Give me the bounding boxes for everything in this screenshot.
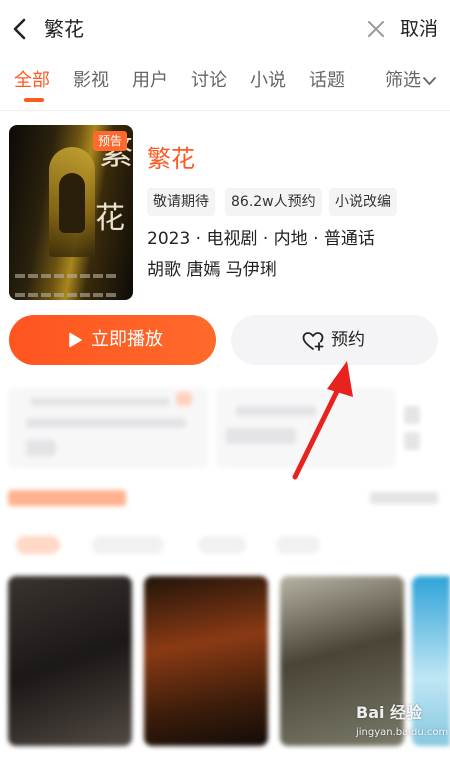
cancel-button[interactable]: 取消 (400, 14, 438, 44)
reserve-label: 预约 (331, 330, 365, 350)
heart-plus-icon (302, 332, 324, 351)
watermark-url: jingyan.baidu.com (356, 727, 449, 738)
show-info-line: 2023 · 电视剧 · 内地 · 普通话 (147, 229, 375, 249)
filter-label: 筛选 (385, 70, 421, 91)
play-icon (69, 332, 82, 348)
tab-all[interactable]: 全部 (14, 68, 50, 94)
close-icon[interactable] (366, 19, 386, 39)
watermark-logo: Bai 经验 (356, 703, 423, 722)
play-now-button[interactable]: 立即播放 (9, 315, 216, 365)
poster-title-char: 花 (95, 201, 125, 236)
show-title[interactable]: 繁花 (147, 142, 195, 176)
tab-video[interactable]: 影视 (73, 68, 109, 94)
tag-reservations: 86.2w人预约 (225, 188, 322, 216)
filter-button[interactable]: 筛选 (385, 68, 436, 94)
search-input[interactable]: 繁花 (44, 14, 84, 44)
divider (0, 110, 450, 111)
annotation-arrow-icon (292, 361, 353, 480)
tag-source: 小说改编 (329, 188, 397, 216)
tab-users[interactable]: 用户 (132, 68, 168, 94)
play-now-label: 立即播放 (91, 329, 163, 350)
tab-topics[interactable]: 话题 (309, 68, 345, 94)
tab-discussion[interactable]: 讨论 (191, 68, 227, 94)
back-arrow-icon[interactable] (10, 16, 30, 42)
poster-credits (15, 263, 127, 297)
chevron-down-icon (423, 77, 436, 85)
show-poster[interactable]: 繁 花 预告 (9, 125, 133, 300)
show-cast-line: 胡歌 唐嫣 马伊琍 (147, 260, 277, 280)
watermark: Bai 经验 jingyan.baidu.com (356, 702, 448, 748)
preview-badge: 预告 (93, 131, 128, 151)
active-tab-indicator (24, 98, 44, 102)
search-bar: 繁花 取消 (0, 0, 450, 58)
category-tabs: 全部 影视 用户 讨论 小说 话题 筛选 (0, 62, 450, 106)
tag-status: 敬请期待 (147, 188, 215, 216)
poster-figure (59, 173, 85, 233)
tab-novel[interactable]: 小说 (250, 68, 286, 94)
